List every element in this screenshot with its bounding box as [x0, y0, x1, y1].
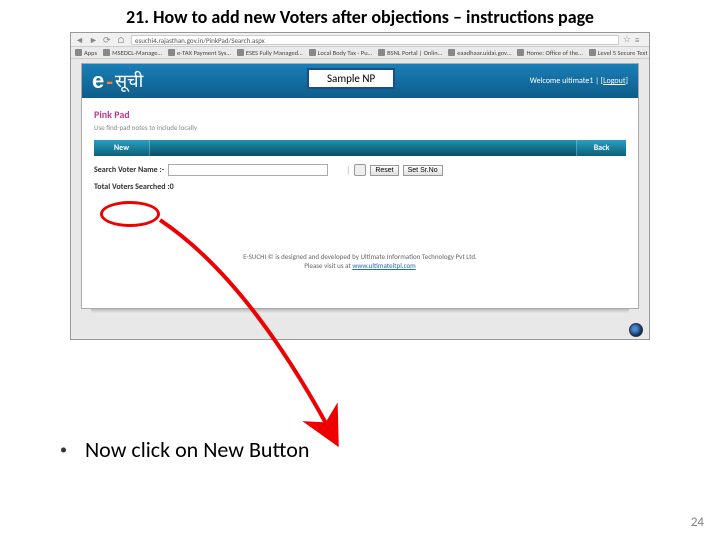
bookmark-icon [309, 49, 316, 56]
set-srno-button[interactable]: Set Sr.No [403, 165, 443, 176]
bookmark-icon [168, 49, 175, 56]
sample-np-callout: Sample NP [307, 68, 395, 89]
menu-icon[interactable]: ≡ [635, 35, 645, 45]
taskbar-strip [71, 321, 649, 339]
footer-line2-pre: Please visit us at [304, 261, 352, 270]
action-bar: New Back [94, 140, 626, 156]
logo-hindi: सूची [115, 69, 143, 93]
bookmark-item[interactable]: BSNL Portal | Onlin… [378, 49, 442, 57]
reload-icon[interactable]: ⟳ [103, 35, 113, 45]
bookmark-item[interactable]: ESES Fully Managed… [237, 49, 303, 57]
bookmark-label: Home: Office of the… [526, 49, 582, 57]
logo-e: e [92, 68, 104, 94]
reset-button[interactable]: Reset [370, 165, 398, 176]
bookmark-label: MSEDCL-Manage… [112, 49, 162, 57]
home-icon[interactable]: ⌂ [117, 35, 127, 45]
slide-title: 21. How to add new Voters after objectio… [0, 0, 720, 32]
bookmark-item[interactable]: Apps [75, 49, 97, 57]
bookmark-label: ESES Fully Managed… [246, 49, 303, 57]
bookmark-icon [517, 49, 524, 56]
search-input[interactable] [168, 164, 328, 176]
bookmark-item[interactable]: MSEDCL-Manage… [103, 49, 162, 57]
welcome-close: ] [626, 76, 628, 86]
bookmark-icon [589, 49, 596, 56]
search-icon[interactable] [354, 164, 366, 176]
bookmark-label: Apps [84, 49, 97, 57]
divider: | [346, 165, 350, 176]
bookmark-icon [103, 49, 110, 56]
bookmark-item[interactable]: Level 5 Secure Text E… [589, 49, 649, 57]
bullet-marker: • [60, 441, 67, 458]
page-subheading: Use find-pad notes to include locally [94, 123, 626, 132]
bookmark-item[interactable]: Local Body Tax - Pu… [309, 49, 372, 57]
search-row: Search Voter Name :- | Reset Set Sr.No [94, 164, 626, 176]
address-bar[interactable]: esuchi4.rajasthan.gov.in/PinkPad/Search.… [131, 35, 619, 45]
bookmarks-bar: Apps MSEDCL-Manage… e-TAX Payment Sys… E… [71, 47, 649, 59]
bookmark-icon [448, 49, 455, 56]
footer-link[interactable]: www.ultimateitpl.com [352, 261, 415, 270]
page-viewport: e-सूची Sample NP Welcome ultimate1 | [Lo… [71, 59, 649, 321]
bookmark-icon [237, 49, 244, 56]
bookmark-label: Level 5 Secure Text E… [598, 49, 649, 57]
bookmark-item[interactable]: e-TAX Payment Sys… [168, 49, 231, 57]
page-body: Pink Pad Use find-pad notes to include l… [82, 98, 638, 308]
search-label: Search Voter Name :- [94, 165, 164, 175]
bookmark-icon [378, 49, 385, 56]
bookmark-star-icon[interactable]: ☆ [623, 34, 631, 45]
logo-dash: - [106, 68, 113, 95]
app-logo: e-सूची [92, 68, 143, 95]
footer-text: E-SUCHI © is designed and developed by U… [94, 252, 626, 270]
footer-line1: E-SUCHI © is designed and developed by U… [94, 252, 626, 261]
app-header: e-सूची Sample NP Welcome ultimate1 | [Lo… [82, 64, 638, 98]
bookmark-item[interactable]: eaadhaar.uidai.gov… [448, 49, 511, 57]
bookmark-label: eaadhaar.uidai.gov… [457, 49, 511, 57]
bookmark-label: BSNL Portal | Onlin… [387, 49, 442, 57]
welcome-label: Welcome ultimate1 | [ [530, 76, 603, 86]
tray-globe-icon[interactable] [629, 323, 643, 337]
action-bar-fill [150, 140, 576, 156]
total-searched-label: Total Voters Searched : [94, 182, 170, 192]
bookmark-icon [75, 49, 82, 56]
welcome-text: Welcome ultimate1 | [Logout] [530, 76, 628, 86]
page-number: 24 [691, 515, 704, 530]
bookmark-label: Local Body Tax - Pu… [318, 49, 372, 57]
forward-arrow-icon[interactable]: ► [89, 35, 99, 45]
bookmark-label: e-TAX Payment Sys… [177, 49, 231, 57]
shadow-divider [91, 309, 629, 313]
total-searched-value: 0 [170, 182, 174, 192]
page-heading: Pink Pad [94, 108, 626, 121]
back-arrow-icon[interactable]: ◄ [75, 35, 85, 45]
new-button[interactable]: New [94, 140, 150, 156]
back-button[interactable]: Back [576, 140, 626, 156]
instruction-bullet: • Now click on New Button [60, 436, 309, 463]
bookmark-item[interactable]: Home: Office of the… [517, 49, 582, 57]
total-searched: Total Voters Searched :0 [94, 182, 626, 192]
app-shell: e-सूची Sample NP Welcome ultimate1 | [Lo… [81, 63, 639, 309]
logout-link[interactable]: Logout [603, 76, 625, 86]
embedded-screenshot: ◄ ► ⟳ ⌂ esuchi4.rajasthan.gov.in/PinkPad… [70, 32, 650, 340]
instruction-text: Now click on New Button [85, 436, 309, 463]
browser-toolbar: ◄ ► ⟳ ⌂ esuchi4.rajasthan.gov.in/PinkPad… [71, 33, 649, 47]
